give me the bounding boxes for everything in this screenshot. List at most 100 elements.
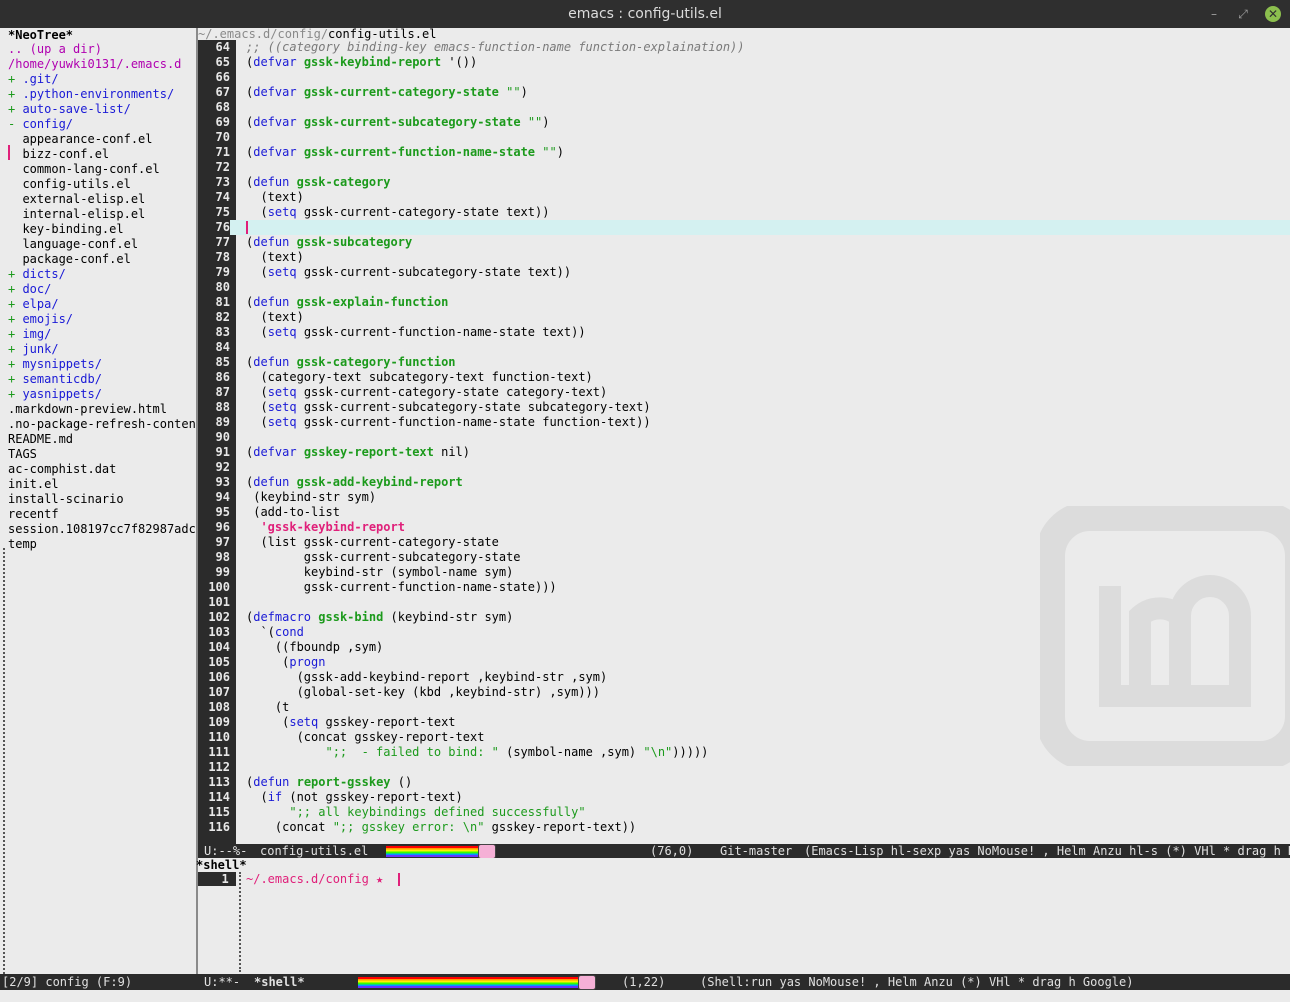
code-line[interactable]: 79 (setq gssk-current-subcategory-state … — [198, 265, 1290, 280]
code-line[interactable]: 64 ;; ((category binding-key emacs-functi… — [198, 40, 1290, 55]
shell-buffer-name[interactable]: *shell* — [254, 974, 305, 990]
neotree-item[interactable]: + .git/ — [0, 72, 196, 87]
neotree-item[interactable]: TAGS — [0, 447, 196, 462]
code-line[interactable]: 76 — [198, 220, 1290, 235]
code-line[interactable]: 71 (defvar gssk-current-function-name-sta… — [198, 145, 1290, 160]
close-button[interactable]: ✕ — [1265, 6, 1281, 22]
code-line[interactable]: 69 (defvar gssk-current-subcategory-state… — [198, 115, 1290, 130]
maximize-button[interactable]: ⤢ — [1235, 6, 1251, 22]
code-line[interactable]: 100 gssk-current-function-name-state))) — [198, 580, 1290, 595]
neotree-item[interactable]: + junk/ — [0, 342, 196, 357]
code-line[interactable]: 96 'gssk-keybind-report — [198, 520, 1290, 535]
code-line[interactable]: 102 (defmacro gssk-bind (keybind-str sym) — [198, 610, 1290, 625]
code-line[interactable]: 107 (global-set-key (kbd ,keybind-str) ,… — [198, 685, 1290, 700]
neotree-item[interactable]: recentf — [0, 507, 196, 522]
code-line[interactable]: 115 ";; all keybindings defined successf… — [198, 805, 1290, 820]
code-line[interactable]: 67 (defvar gssk-current-category-state ""… — [198, 85, 1290, 100]
code-line[interactable]: 80 — [198, 280, 1290, 295]
neotree-item[interactable]: key-binding.el — [0, 222, 196, 237]
code-line[interactable]: 81 (defun gssk-explain-function — [198, 295, 1290, 310]
code-line[interactable]: 91 (defvar gsskey-report-text nil) — [198, 445, 1290, 460]
code-line[interactable]: 111 ";; - failed to bind: " (symbol-name… — [198, 745, 1290, 760]
minimize-button[interactable]: – — [1206, 6, 1222, 22]
code-line[interactable]: 103 `(cond — [198, 625, 1290, 640]
code-line[interactable]: 104 ((fboundp ,sym) — [198, 640, 1290, 655]
code-line[interactable]: 95 (add-to-list — [198, 505, 1290, 520]
vc-branch[interactable]: Git-master — [720, 844, 792, 858]
code-line[interactable]: 86 (category-text subcategory-text funct… — [198, 370, 1290, 385]
code-line[interactable]: 110 (concat gsskey-report-text — [198, 730, 1290, 745]
code-line[interactable]: 66 — [198, 70, 1290, 85]
neotree-item[interactable]: init.el — [0, 477, 196, 492]
neotree-item[interactable]: appearance-conf.el — [0, 132, 196, 147]
shell-modes[interactable]: (Shell:run yas NoMouse! , Helm Anzu (*) … — [700, 974, 1133, 990]
neotree-item[interactable]: session.108197cc7f82987adc — [0, 522, 196, 537]
code-line[interactable]: 85 (defun gssk-category-function — [198, 355, 1290, 370]
minibuffer[interactable] — [0, 990, 1290, 1002]
code-line[interactable]: 98 gssk-current-subcategory-state — [198, 550, 1290, 565]
shell-prompt-line[interactable]: ~/.emacs.d/config ★ — [246, 872, 400, 886]
neotree-item[interactable]: external-elisp.el — [0, 192, 196, 207]
neotree-item[interactable]: language-conf.el — [0, 237, 196, 252]
code-line[interactable]: 112 — [198, 760, 1290, 775]
editor-mode-line[interactable]: U:--%- config-utils.el (76,0) Git-master… — [198, 844, 1290, 858]
code-line[interactable]: 87 (setq gssk-current-category-state cat… — [198, 385, 1290, 400]
code-area[interactable]: 64 ;; ((category binding-key emacs-functi… — [198, 40, 1290, 835]
neotree-item[interactable]: + semanticdb/ — [0, 372, 196, 387]
code-line[interactable]: 72 — [198, 160, 1290, 175]
shell-nyan-progress-bar[interactable] — [358, 977, 578, 988]
neotree-item[interactable]: bizz-conf.el — [0, 147, 196, 162]
code-line[interactable]: 74 (text) — [198, 190, 1290, 205]
neotree-item[interactable]: package-conf.el — [0, 252, 196, 267]
code-line[interactable]: 82 (text) — [198, 310, 1290, 325]
neotree-item[interactable]: + yasnippets/ — [0, 387, 196, 402]
code-line[interactable]: 116 (concat ";; gsskey error: \n" gsskey… — [198, 820, 1290, 835]
code-line[interactable]: 114 (if (not gsskey-report-text) — [198, 790, 1290, 805]
neotree-item[interactable]: .markdown-preview.html — [0, 402, 196, 417]
neotree-item[interactable]: + mysnippets/ — [0, 357, 196, 372]
buffer-name[interactable]: config-utils.el — [260, 844, 368, 858]
editor-window[interactable]: ~/.emacs.d/config/config-utils.el 64 ;; (… — [198, 28, 1290, 844]
code-line[interactable]: 73 (defun gssk-category — [198, 175, 1290, 190]
neotree-item[interactable]: + elpa/ — [0, 297, 196, 312]
neotree-item[interactable]: common-lang-conf.el — [0, 162, 196, 177]
neotree-item[interactable]: ac-comphist.dat — [0, 462, 196, 477]
code-line[interactable]: 108 (t — [198, 700, 1290, 715]
code-line[interactable]: 68 — [198, 100, 1290, 115]
code-line[interactable]: 101 — [198, 595, 1290, 610]
code-line[interactable]: 78 (text) — [198, 250, 1290, 265]
neotree-item[interactable]: .. (up a dir) — [0, 42, 196, 57]
neotree-item[interactable]: - config/ — [0, 117, 196, 132]
code-line[interactable]: 94 (keybind-str sym) — [198, 490, 1290, 505]
neotree-item[interactable]: /home/yuwki0131/.emacs.d — [0, 57, 196, 72]
neotree-item[interactable]: config-utils.el — [0, 177, 196, 192]
code-line[interactable]: 70 — [198, 130, 1290, 145]
code-line[interactable]: 89 (setq gssk-current-function-name-stat… — [198, 415, 1290, 430]
code-line[interactable]: 88 (setq gssk-current-subcategory-state … — [198, 400, 1290, 415]
neotree-item[interactable]: + dicts/ — [0, 267, 196, 282]
bottom-mode-line[interactable]: [2/9] config (F:9) U:**- *shell* (1,22) … — [0, 974, 1290, 990]
neotree-item[interactable]: + auto-save-list/ — [0, 102, 196, 117]
code-line[interactable]: 105 (progn — [198, 655, 1290, 670]
code-line[interactable]: 77 (defun gssk-subcategory — [198, 235, 1290, 250]
neotree-item[interactable]: temp — [0, 537, 196, 552]
code-line[interactable]: 84 — [198, 340, 1290, 355]
shell-window[interactable]: 1 ~/.emacs.d/config ★ — [198, 872, 1290, 972]
neotree-item[interactable]: + doc/ — [0, 282, 196, 297]
code-line[interactable]: 97 (list gssk-current-category-state — [198, 535, 1290, 550]
code-line[interactable]: 113 (defun report-gsskey () — [198, 775, 1290, 790]
neotree-item[interactable]: + .python-environments/ — [0, 87, 196, 102]
nyan-progress-bar[interactable] — [386, 846, 478, 857]
code-line[interactable]: 75 (setq gssk-current-category-state tex… — [198, 205, 1290, 220]
code-line[interactable]: 83 (setq gssk-current-function-name-stat… — [198, 325, 1290, 340]
neotree-item[interactable]: + img/ — [0, 327, 196, 342]
code-line[interactable]: 92 — [198, 460, 1290, 475]
neotree-item[interactable]: install-scinario — [0, 492, 196, 507]
neotree-item[interactable]: internal-elisp.el — [0, 207, 196, 222]
code-line[interactable]: 93 (defun gssk-add-keybind-report — [198, 475, 1290, 490]
code-line[interactable]: 65 (defvar gssk-keybind-report '()) — [198, 55, 1290, 70]
neotree-item[interactable]: README.md — [0, 432, 196, 447]
code-line[interactable]: 109 (setq gsskey-report-text — [198, 715, 1290, 730]
neotree-item[interactable]: + emojis/ — [0, 312, 196, 327]
major-minor-modes[interactable]: (Emacs-Lisp hl-sexp yas NoMouse! , Helm … — [804, 844, 1290, 858]
